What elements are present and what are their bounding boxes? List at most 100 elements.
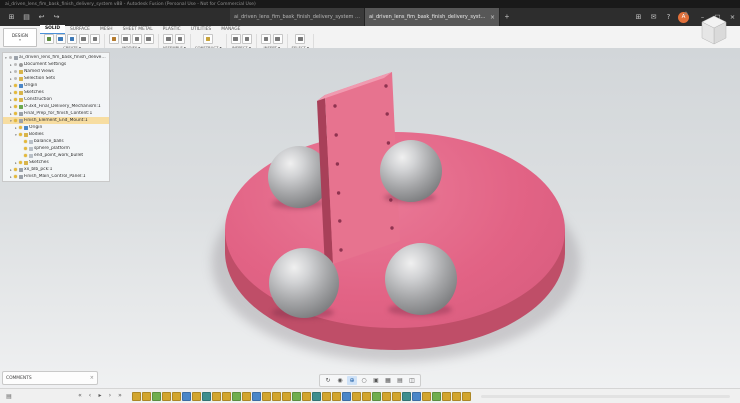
hole-icon[interactable] [79,34,89,44]
timeline-feature-23[interactable] [362,392,371,401]
zoom-icon[interactable]: ○ [359,376,369,385]
visibility-bulb-icon[interactable] [9,56,12,59]
visibility-bulb-icon[interactable] [14,70,17,73]
fillet-icon[interactable] [121,34,131,44]
visibility-bulb-icon[interactable] [19,133,22,136]
ribbon-tab-utilities[interactable]: UTILITIES [186,26,216,34]
comments-panel[interactable]: COMMENTS × [2,371,98,385]
file-menu-icon[interactable]: ▤ [21,8,32,26]
tree-item[interactable]: ▸Selection Sets [3,75,109,82]
timeline-feature-27[interactable] [402,392,411,401]
visibility-bulb-icon[interactable] [24,154,27,157]
look-at-icon[interactable]: ◉ [335,376,345,385]
visibility-bulb-icon[interactable] [19,161,22,164]
timeline-feature-10[interactable] [232,392,241,401]
ribbon-tab-manage[interactable]: MANAGE [216,26,245,34]
orbit-icon[interactable]: ↻ [323,376,333,385]
viewport-canvas[interactable]: ▾ai_driven_lens_fim_bask_finish_delivery… [0,48,740,402]
tree-item[interactable]: sphere_platform [3,145,109,152]
tree-item[interactable]: ▸Construction [3,96,109,103]
timeline-feature-12[interactable] [252,392,261,401]
visibility-bulb-icon[interactable] [19,126,22,129]
go-to-end-button[interactable]: » [116,391,124,401]
ribbon-tab-plastic[interactable]: PLASTIC [158,26,186,34]
extensions-icon[interactable]: ⊞ [633,8,644,26]
select-icon[interactable] [295,34,305,44]
visibility-bulb-icon[interactable] [14,98,17,101]
pattern-icon[interactable] [90,34,100,44]
revolve-icon[interactable] [67,34,77,44]
tree-item[interactable]: ▸Final_Prep_for_finish_Content:1 [3,110,109,117]
create-sketch-icon[interactable] [44,34,54,44]
workspace-selector[interactable]: DESIGN ▾ [3,28,37,47]
timeline-feature-25[interactable] [382,392,391,401]
fit-icon[interactable]: ▣ [371,376,381,385]
timeline-feature-0[interactable] [132,392,141,401]
timeline-feature-1[interactable] [142,392,151,401]
step-forward-button[interactable]: › [106,391,114,401]
tree-item[interactable]: ▾ai_driven_lens_fim_bask_finish_delivery… [3,54,109,61]
tree-item[interactable]: ▾Finish_Element_End_Mount:1 [3,117,109,124]
step-back-button[interactable]: ‹ [86,391,94,401]
tree-item[interactable]: ▾Bodies [3,131,109,138]
tree-item[interactable]: ▸Origin [3,82,109,89]
extrude-icon[interactable] [56,34,66,44]
timeline-feature-30[interactable] [432,392,441,401]
tree-item[interactable]: ▸xx_blb_pck:1 [3,166,109,173]
visibility-bulb-icon[interactable] [14,168,17,171]
timeline-feature-8[interactable] [212,392,221,401]
measure-icon[interactable] [231,34,241,44]
construction-plane-icon[interactable] [203,34,213,44]
tree-item[interactable]: ▸Document Settings [3,61,109,68]
notifications-bell-icon[interactable]: ✉ [648,8,659,26]
document-tab[interactable]: ai_driven_lens_fim_bask_finish_delivery_… [365,8,500,26]
visibility-bulb-icon[interactable] [14,84,17,87]
press-pull-icon[interactable] [109,34,119,44]
new-tab-button[interactable]: + [500,8,514,26]
tree-item[interactable]: ▸Sketches [3,159,109,166]
ribbon-tab-mesh[interactable]: MESH [95,26,118,34]
section-analysis-icon[interactable] [242,34,252,44]
tree-item[interactable]: ▸Sketches [3,89,109,96]
joint-icon[interactable] [175,34,185,44]
timeline-feature-2[interactable] [152,392,161,401]
timeline-feature-26[interactable] [392,392,401,401]
close-comments-icon[interactable]: × [90,375,94,381]
insert-mesh-icon[interactable] [261,34,271,44]
home-view-icon[interactable]: ⌂ [684,10,688,17]
timeline-feature-24[interactable] [372,392,381,401]
visibility-bulb-icon[interactable] [14,91,17,94]
tree-item[interactable]: ▸Finish_Main_Control_Panel:1 [3,173,109,180]
timeline-feature-28[interactable] [412,392,421,401]
data-panel-icon[interactable]: ⊞ [6,8,17,26]
visibility-bulb-icon[interactable] [14,112,17,115]
grid-snaps-icon[interactable]: ▤ [395,376,405,385]
timeline-feature-6[interactable] [192,392,201,401]
timeline-feature-21[interactable] [342,392,351,401]
shell-icon[interactable] [132,34,142,44]
help-icon[interactable]: ? [663,8,674,26]
timeline-feature-14[interactable] [272,392,281,401]
visibility-bulb-icon[interactable] [14,175,17,178]
decal-icon[interactable] [273,34,283,44]
timeline-feature-32[interactable] [452,392,461,401]
combine-icon[interactable] [144,34,154,44]
view-cube[interactable]: ⌂ [684,10,736,52]
tree-item[interactable]: ▸0-3x4_Final_Delivery_Mechanism:1 [3,103,109,110]
new-component-icon[interactable] [163,34,173,44]
timeline-feature-31[interactable] [442,392,451,401]
timeline-feature-33[interactable] [462,392,471,401]
timeline-feature-11[interactable] [242,392,251,401]
visibility-bulb-icon[interactable] [24,147,27,150]
timeline-feature-29[interactable] [422,392,431,401]
tree-item[interactable]: ▸Origin [3,124,109,131]
tree-item[interactable]: ▸Named Views [3,68,109,75]
visibility-bulb-icon[interactable] [14,77,17,80]
timeline-feature-5[interactable] [182,392,191,401]
timeline-feature-7[interactable] [202,392,211,401]
timeline-feature-4[interactable] [172,392,181,401]
timeline-feature-9[interactable] [222,392,231,401]
go-to-start-button[interactable]: « [76,391,84,401]
timeline-track[interactable] [481,395,730,398]
document-tab[interactable]: ai_driven_lens_fim_bask_finish_delivery_… [230,8,365,26]
